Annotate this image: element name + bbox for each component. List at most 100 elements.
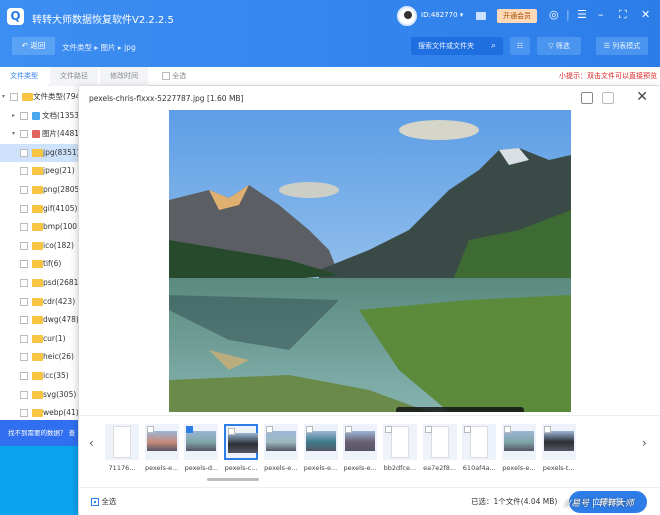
select-all-top[interactable]: 全选 — [152, 67, 196, 86]
thumbnail[interactable] — [502, 424, 536, 460]
sidebar-item[interactable]: png(28056 — [0, 181, 78, 199]
sidebar-item[interactable]: svg(305) — [0, 386, 78, 404]
sidebar-item[interactable]: ▸ 文档(13533) — [0, 107, 78, 125]
breadcrumb-item[interactable]: jpg — [124, 43, 136, 52]
item-checkbox[interactable] — [20, 148, 28, 157]
sidebar-item[interactable]: ▾ 图片(44811) — [0, 125, 78, 143]
collapse-arrow-icon[interactable]: ▾ — [12, 125, 15, 143]
item-checkbox[interactable] — [20, 334, 28, 343]
item-checkbox[interactable] — [20, 353, 28, 362]
select-all-checkbox[interactable] — [91, 498, 99, 506]
folder-icon — [32, 186, 43, 194]
tab-file-path[interactable]: 文件路径 — [50, 67, 98, 86]
sidebar-item[interactable]: jpeg(21) — [0, 162, 78, 180]
sidebar-item[interactable]: ico(182) — [0, 237, 78, 255]
details-icon[interactable] — [602, 92, 614, 104]
sidebar-item[interactable]: gif(4105) — [0, 200, 78, 218]
item-checkbox[interactable] — [10, 93, 18, 101]
item-checkbox[interactable] — [20, 167, 28, 176]
item-checkbox[interactable] — [20, 241, 28, 250]
maximize-icon[interactable]: ⛶ — [619, 8, 627, 22]
item-checkbox[interactable] — [20, 279, 28, 287]
close-icon[interactable]: ✕ — [636, 89, 648, 105]
search-input[interactable]: 搜索文件或文件夹 ⌕ — [411, 37, 503, 55]
user-id[interactable]: ID:482770 ▾ — [421, 11, 463, 19]
item-checkbox[interactable] — [20, 409, 28, 418]
grid-view-icon[interactable]: ☷ — [510, 37, 530, 55]
sidebar-item[interactable]: cdr(423) — [0, 293, 78, 311]
breadcrumb-item[interactable]: 文件类型 — [62, 43, 92, 52]
thumbnail[interactable] — [144, 424, 179, 460]
item-checkbox[interactable] — [20, 390, 28, 399]
thumbnail[interactable] — [184, 424, 219, 460]
vip-button[interactable]: 开通会员 — [497, 9, 537, 23]
thumbnail[interactable] — [462, 424, 497, 460]
tab-file-type[interactable]: 文件类型 — [0, 67, 48, 86]
thumbnail[interactable] — [263, 424, 298, 460]
thumbnail[interactable] — [382, 424, 417, 460]
thumbnail[interactable] — [343, 424, 378, 460]
thumbnail-checkbox[interactable] — [146, 426, 154, 433]
thumbnail-name: pexels-t... — [542, 464, 575, 472]
sidebar-item[interactable]: heic(26) — [0, 348, 78, 366]
select-all-checkbox[interactable] — [162, 72, 170, 80]
support-icon[interactable]: ◎ — [549, 8, 559, 21]
sidebar-item[interactable]: jpg(8351) — [0, 143, 78, 162]
thumbnail[interactable] — [541, 424, 576, 460]
thumbnail[interactable] — [303, 424, 338, 460]
search-icon[interactable]: ⌕ — [491, 37, 496, 55]
thumbnail-scrollbar[interactable] — [207, 478, 259, 481]
sidebar-item[interactable]: cur(1) — [0, 330, 78, 348]
close-window-icon[interactable]: ✕ — [641, 8, 650, 21]
collapse-arrow-icon[interactable]: ▾ — [2, 88, 5, 106]
menu-icon[interactable]: ☰ — [577, 8, 587, 21]
thumbnail[interactable] — [422, 424, 457, 460]
next-icon[interactable]: › — [642, 436, 647, 450]
item-checkbox[interactable] — [20, 260, 28, 269]
sidebar-item[interactable]: icc(35) — [0, 367, 78, 385]
sidebar-item[interactable]: ▾ 文件类型(79452 — [0, 88, 78, 106]
thumbnail-checkbox[interactable] — [228, 428, 236, 435]
item-checkbox[interactable] — [20, 297, 28, 306]
thumbnail[interactable] — [105, 424, 139, 460]
sidebar-item[interactable]: dwg(478) — [0, 311, 78, 329]
thumbnail-checkbox[interactable] — [384, 426, 392, 433]
list-mode-button[interactable]: ☰ 列表模式 — [596, 37, 648, 55]
thumbnail-checkbox[interactable] — [504, 426, 511, 433]
prev-icon[interactable]: ‹ — [89, 436, 94, 450]
help-banner[interactable]: 找不到需要的数据？ 查 — [0, 420, 78, 446]
back-button[interactable]: ↶ 返回 — [12, 37, 55, 55]
item-checkbox[interactable] — [20, 223, 28, 232]
sidebar-item[interactable]: psd(2681) — [0, 274, 78, 292]
thumbnail-checkbox[interactable] — [424, 426, 432, 433]
item-checkbox[interactable] — [20, 111, 28, 120]
folder-icon — [32, 390, 43, 399]
avatar[interactable] — [397, 6, 417, 26]
thumbnail-checkbox[interactable] — [186, 426, 194, 433]
thumbnail[interactable] — [224, 424, 259, 460]
thumbnail-checkbox[interactable] — [464, 426, 472, 433]
folder-icon — [32, 167, 43, 176]
item-checkbox[interactable] — [20, 130, 28, 139]
sidebar-item[interactable]: tif(6) — [0, 255, 78, 273]
image-icon[interactable] — [581, 92, 593, 104]
monitor-icon[interactable] — [476, 12, 486, 20]
minimize-icon[interactable]: – — [598, 8, 604, 21]
item-checkbox[interactable] — [20, 316, 28, 325]
breadcrumb-item[interactable]: 图片 — [101, 43, 116, 52]
sidebar-item-label: svg(305) — [43, 389, 77, 399]
thumbnail-checkbox[interactable] — [345, 426, 353, 433]
item-checkbox[interactable] — [20, 372, 28, 380]
sidebar-item[interactable]: bmp(100) — [0, 218, 78, 236]
sidebar-item[interactable]: webp(41) — [0, 404, 78, 420]
thumbnail-checkbox[interactable] — [543, 426, 551, 433]
tab-modified-time[interactable]: 修改时间 — [100, 67, 148, 86]
select-all-footer[interactable]: 全选 — [91, 496, 116, 507]
folder-icon — [32, 316, 43, 325]
item-checkbox[interactable] — [20, 186, 28, 194]
thumbnail-checkbox[interactable] — [265, 426, 273, 433]
item-checkbox[interactable] — [20, 204, 28, 213]
expand-arrow-icon[interactable]: ▸ — [12, 107, 15, 125]
thumbnail-checkbox[interactable] — [305, 426, 313, 433]
filter-button[interactable]: ▽ 筛选 — [537, 37, 581, 55]
